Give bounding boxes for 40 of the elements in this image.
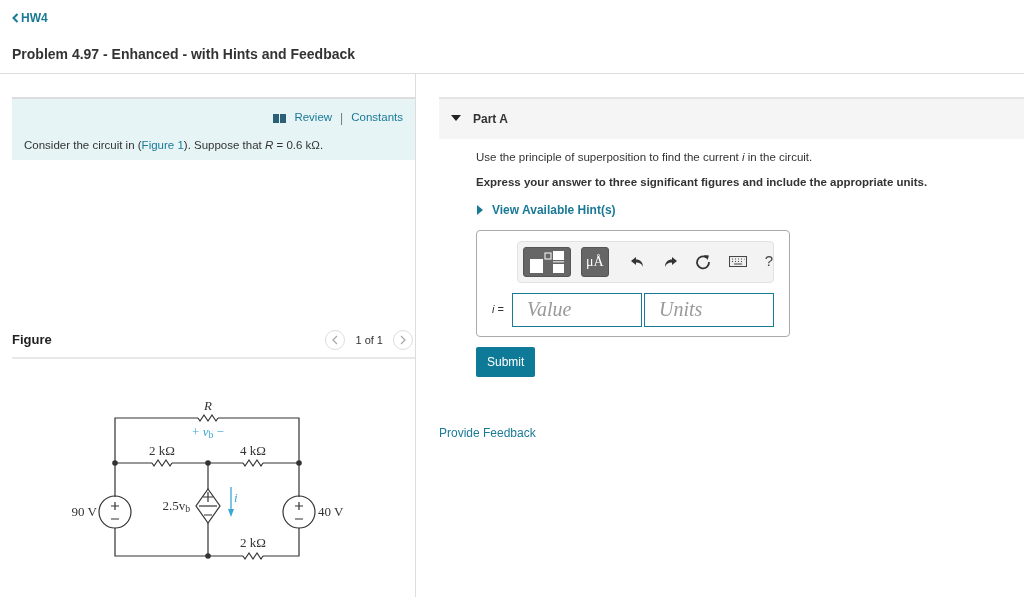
circuit-label: 90 V <box>71 504 97 518</box>
reset-icon <box>694 253 711 270</box>
part-header[interactable]: Part A <box>439 97 1024 139</box>
circuit-label: 2 kΩ <box>149 443 175 457</box>
units-field[interactable]: Units <box>644 292 774 327</box>
circuit-label: R <box>204 398 212 412</box>
submit-button[interactable]: Submit <box>476 346 536 377</box>
help-button[interactable]: ? <box>760 250 777 273</box>
constants-link[interactable]: Constants <box>351 109 403 127</box>
current-arrow <box>228 486 234 517</box>
figure-heading: Figure <box>12 331 52 350</box>
back-link[interactable]: HW4 <box>12 9 48 27</box>
circuit-label: 2 kΩ <box>240 535 266 549</box>
units-button[interactable]: μÅ <box>581 246 609 277</box>
keyboard-icon <box>728 256 747 267</box>
chevron-left-icon <box>12 13 19 23</box>
feedback-link[interactable]: Provide Feedback <box>439 423 536 442</box>
review-link[interactable]: Review <box>294 109 333 127</box>
circuit-label: 4 kΩ <box>240 443 266 457</box>
problem-title: Problem 4.97 - Enhanced - with Hints and Feedback <box>12 45 357 64</box>
figure-pager: 1 of 1 <box>355 332 383 348</box>
templates-button[interactable] <box>523 246 571 277</box>
chevron-right-icon <box>399 335 407 345</box>
value-field[interactable]: Value <box>512 292 642 327</box>
chevron-left-icon <box>331 335 340 345</box>
link-separator: | <box>340 110 344 127</box>
redo-icon <box>662 255 677 268</box>
instruction-text: Express your answer to three significant figures and include the appropriate units. <box>476 175 929 191</box>
figure-link[interactable]: Figure 1 <box>141 139 184 151</box>
hints-link[interactable]: View Available Hint(s) <box>476 200 616 219</box>
circuit-label: + v$_{b}$ − <box>192 424 224 438</box>
circuit-label: i <box>234 490 238 504</box>
undo-icon <box>630 255 645 268</box>
circuit-label: 40 V <box>318 504 344 518</box>
variable-label: i = <box>491 302 505 318</box>
intro-text: Consider the circuit in (Figure 1). Suppose that R = 0.6 kΩ. <box>24 138 325 153</box>
book-icon <box>273 113 287 123</box>
circuit-label: 2.5v$_{b}$ <box>162 498 190 512</box>
templates-icon <box>528 249 566 274</box>
question-text: Use the principle of superposition to find the current i in the circuit. <box>476 150 814 165</box>
